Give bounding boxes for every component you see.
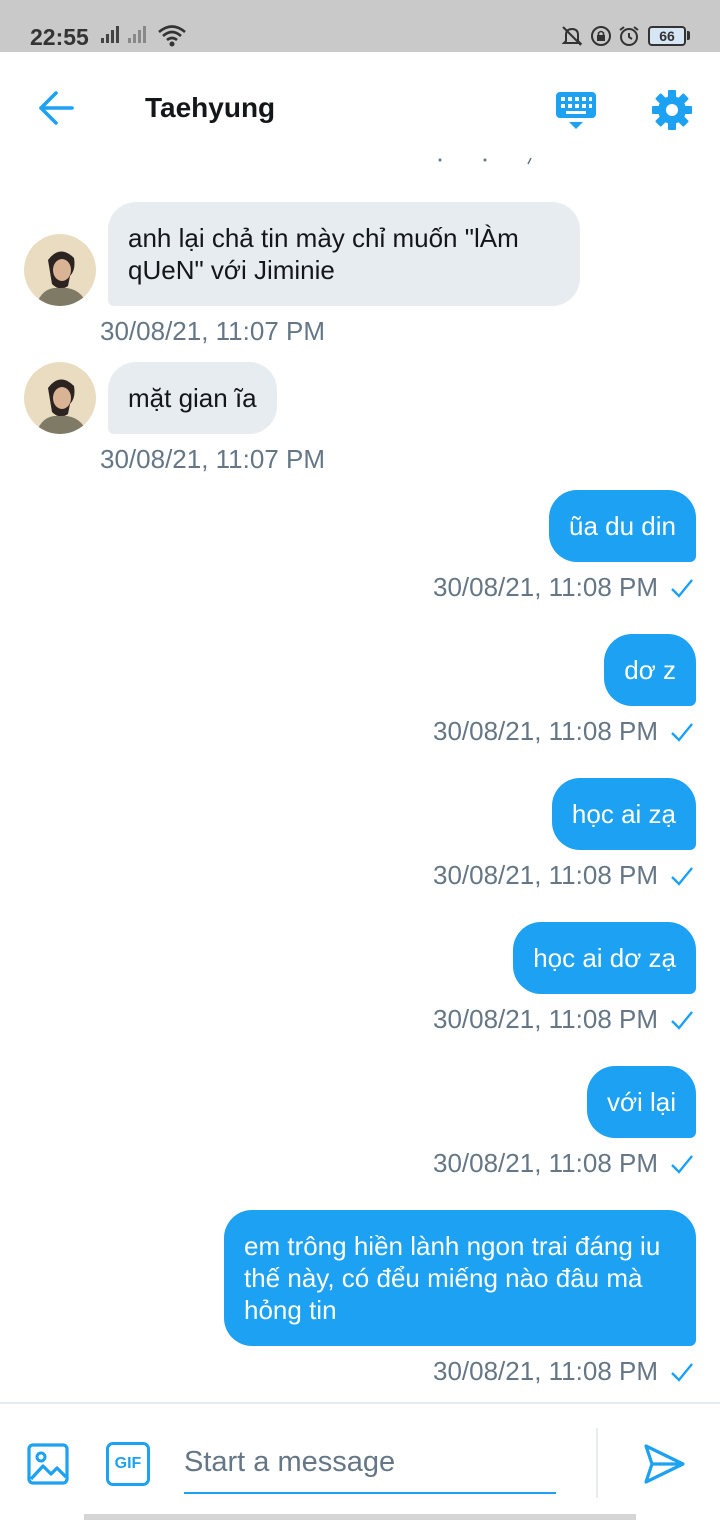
message-timestamp: 30/08/21, 11:07 PM [100,316,326,346]
battery-tip [687,31,690,40]
wifi-icon [158,25,186,47]
send-icon[interactable] [642,1442,686,1486]
message-timestamp: 30/08/21, 11:08 PM [432,716,658,746]
sent-check-icon [671,1155,693,1174]
keyboard-icon[interactable] [554,88,598,132]
message-bubble-outgoing[interactable]: em trông hiền lành ngon trai đáng iu thế… [224,1210,696,1346]
previous-message-cutoff [438,157,532,165]
conversation-title: Taehyung [145,92,276,123]
message-timestamp: 30/08/21, 11:08 PM [432,1004,658,1034]
sent-check-icon [671,867,693,886]
message-bubble-incoming[interactable]: anh lại chả tin mày chỉ muốn "lÀm qUeN" … [108,202,580,306]
gif-button[interactable]: GIF [106,1442,150,1486]
status-time: 22:55 [30,24,89,50]
sent-check-icon [671,1363,693,1382]
back-arrow-icon[interactable] [36,90,76,126]
bell-muted-icon [561,26,583,46]
message-timestamp: 30/08/21, 11:07 PM [100,444,326,474]
message-bubble-incoming[interactable]: mặt gian ĩa [108,362,277,434]
conversation-header: Taehyung [0,52,720,162]
message-timestamp: 30/08/21, 11:08 PM [432,1356,658,1386]
status-bar: 22:55 66 [0,0,720,52]
message-bubble-outgoing[interactable]: với lại [586,1066,696,1138]
contact-avatar[interactable] [24,234,96,306]
message-bubble-outgoing[interactable]: dơ z [604,634,696,706]
image-attach-icon[interactable] [26,1442,70,1486]
alarm-icon [619,26,639,46]
message-bubble-outgoing[interactable]: ũa du din [549,490,696,562]
message-composer: GIF [0,1402,720,1520]
settings-gear-icon[interactable] [650,88,694,132]
sent-check-icon [671,579,693,598]
contact-avatar[interactable] [24,362,96,434]
message-input[interactable] [184,1432,556,1494]
message-bubble-outgoing[interactable]: học ai dơ zạ [513,922,696,994]
message-timestamp: 30/08/21, 11:08 PM [432,572,658,602]
message-timestamp: 30/08/21, 11:08 PM [432,860,658,890]
rotation-lock-icon [591,26,611,46]
battery-level: 66 [648,26,686,46]
message-bubble-outgoing[interactable]: học ai zạ [551,778,696,850]
sent-check-icon [671,723,693,742]
navigation-bar [84,1514,636,1520]
sent-check-icon [671,1011,693,1030]
composer-divider [596,1428,598,1498]
message-timestamp: 30/08/21, 11:08 PM [432,1148,658,1178]
